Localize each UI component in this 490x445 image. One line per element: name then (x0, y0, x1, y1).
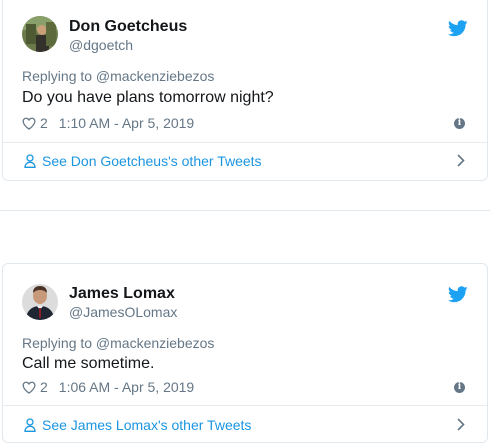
info-icon[interactable]: i (454, 382, 465, 393)
see-other-tweets-label[interactable]: See James Lomax's other Tweets (42, 417, 251, 433)
replying-to[interactable]: Replying to @mackenziebezos (22, 335, 214, 351)
author-name[interactable]: Don Goetcheus (69, 18, 187, 36)
tweet-card[interactable]: Don Goetcheus @dgoetch Replying to @mack… (2, 0, 488, 181)
timestamp[interactable]: 1:10 AM - Apr 5, 2019 (59, 115, 194, 131)
like-count: 2 (40, 379, 48, 395)
avatar[interactable] (22, 284, 58, 320)
tweet-meta: 2 1:10 AM - Apr 5, 2019 (22, 115, 194, 131)
see-other-tweets-link[interactable]: See Don Goetcheus's other Tweets (24, 153, 262, 169)
like-count: 2 (40, 115, 48, 131)
tweet-text: Call me sometime. (22, 355, 155, 372)
replying-to[interactable]: Replying to @mackenziebezos (22, 68, 214, 84)
chevron-right-icon[interactable] (457, 154, 465, 167)
person-icon (24, 154, 36, 168)
tweet-meta: 2 1:06 AM - Apr 5, 2019 (22, 379, 194, 395)
twitter-bird-icon[interactable] (448, 286, 468, 303)
twitter-bird-icon[interactable] (448, 20, 468, 37)
author-name[interactable]: James Lomax (69, 285, 175, 303)
see-other-tweets-label[interactable]: See Don Goetcheus's other Tweets (42, 153, 262, 169)
heart-icon[interactable] (22, 117, 36, 130)
chevron-right-icon[interactable] (457, 418, 465, 431)
avatar[interactable] (22, 16, 58, 52)
see-other-tweets-link[interactable]: See James Lomax's other Tweets (24, 417, 251, 433)
section-divider (0, 210, 490, 211)
heart-icon[interactable] (22, 381, 36, 394)
divider (3, 142, 487, 143)
person-icon (24, 418, 36, 432)
timestamp[interactable]: 1:06 AM - Apr 5, 2019 (59, 379, 194, 395)
author-handle[interactable]: @dgoetch (69, 37, 133, 53)
divider (3, 405, 487, 406)
tweet-card[interactable]: James Lomax @JamesOLomax Replying to @ma… (2, 263, 488, 443)
tweet-text: Do you have plans tomorrow night? (22, 89, 274, 106)
author-handle[interactable]: @JamesOLomax (69, 304, 177, 320)
info-icon[interactable]: i (454, 118, 465, 129)
